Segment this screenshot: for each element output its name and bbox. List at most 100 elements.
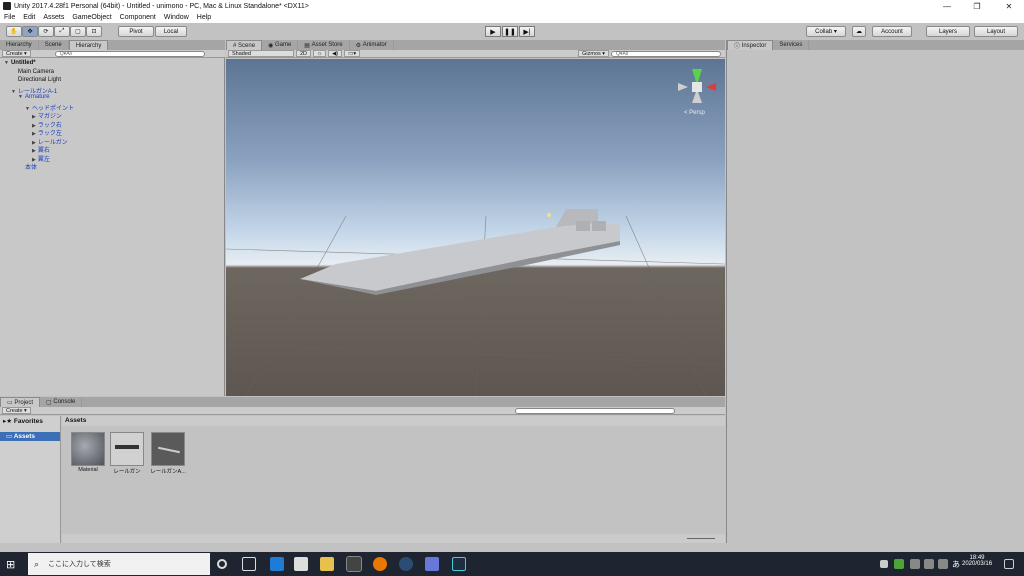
menu-bar: File Edit Assets GameObject Component Wi… <box>0 12 1024 23</box>
blender-icon[interactable] <box>373 557 387 571</box>
unity-taskbar-icon[interactable] <box>346 556 362 572</box>
asset-thumb-railgun-a[interactable] <box>151 432 185 466</box>
menu-gameobject[interactable]: GameObject <box>72 14 111 21</box>
effects-icon[interactable]: ▭▾ <box>344 50 361 57</box>
store-icon[interactable] <box>294 557 308 571</box>
cortana-icon[interactable] <box>217 559 227 569</box>
audio-icon[interactable]: ◀) <box>328 50 343 57</box>
menu-assets[interactable]: Assets <box>43 14 64 21</box>
hierarchy-item[interactable]: Main Camera <box>11 69 54 75</box>
scene-viewport[interactable]: < Persp <box>226 59 725 396</box>
tab-label: Scene <box>238 42 256 49</box>
tray-app-icon[interactable] <box>894 559 904 569</box>
tab-game[interactable]: ◉ Game <box>262 40 299 50</box>
assets-folder-item[interactable]: ▭ Assets <box>0 432 60 441</box>
volume-icon[interactable] <box>938 559 948 569</box>
pause-button[interactable]: ❚❚ <box>502 26 518 37</box>
expand-arrow-icon[interactable]: ▼ <box>11 89 16 95</box>
cloud-icon[interactable]: ☁ <box>852 26 866 37</box>
menu-component[interactable]: Component <box>120 14 156 21</box>
project-search-input[interactable] <box>514 407 675 414</box>
project-breadcrumb[interactable]: Assets <box>62 416 725 426</box>
tab-label: Inspector <box>741 42 767 49</box>
tab-label: Scene <box>44 42 62 48</box>
tab-services[interactable]: Services <box>773 40 810 50</box>
gizmos-dropdown[interactable]: Gizmos ▾ <box>578 50 610 57</box>
scene-search-input[interactable]: Q▾All <box>611 50 722 57</box>
hierarchy-toolbar: Create ▾ Q▾All <box>0 50 225 58</box>
step-button[interactable]: ▶| <box>519 26 535 37</box>
collab-button[interactable]: Collab ▾ <box>806 26 846 37</box>
pivot-toggle[interactable]: Pivot <box>118 26 154 37</box>
scale-tool-icon[interactable]: ⤢ <box>54 26 70 37</box>
account-dropdown[interactable]: Account <box>872 26 912 37</box>
rect-tool-icon[interactable]: ▢ <box>70 26 86 37</box>
edge-icon[interactable] <box>270 557 284 571</box>
hierarchy-item[interactable]: ▼ Armature <box>18 94 50 100</box>
battery-icon[interactable] <box>910 559 920 569</box>
windows-start-icon[interactable]: ⊞ <box>6 558 15 571</box>
clock[interactable]: 18:49 2020/03/16 <box>962 555 992 567</box>
tab-asset-store[interactable]: ▤ Asset Store <box>298 40 350 50</box>
tab-animator[interactable]: ⚙ Animator <box>350 40 394 50</box>
menu-file[interactable]: File <box>4 14 15 21</box>
layers-dropdown[interactable]: Layers <box>926 26 970 37</box>
steam-icon[interactable] <box>399 557 413 571</box>
taskbar-search-input[interactable]: ⌕ ここに入力して検索 <box>28 553 210 575</box>
menu-help[interactable]: Help <box>197 14 211 21</box>
project-create-button[interactable]: Create ▾ <box>2 407 31 414</box>
expand-arrow-icon[interactable]: ▼ <box>25 106 30 112</box>
tab-label: Animator <box>362 42 387 48</box>
persp-label[interactable]: < Persp <box>684 110 706 116</box>
hierarchy-create-button[interactable]: Create ▾ <box>2 50 31 57</box>
expand-arrow-icon[interactable]: ▼ <box>18 94 23 100</box>
task-view-icon[interactable] <box>242 557 256 571</box>
store-icon: ▤ <box>304 42 312 49</box>
tab-inspector[interactable]: ⓘ Inspector <box>727 40 774 50</box>
hierarchy-search-input[interactable]: Q▾All <box>54 50 205 57</box>
ime-indicator[interactable]: あ <box>952 559 960 570</box>
tab-scene[interactable]: # Scene <box>226 40 263 50</box>
asset-label: レールガン <box>113 469 141 475</box>
asset-thumb-railgun[interactable] <box>110 432 144 466</box>
tab-hierarchy-active[interactable]: Hierarchy <box>68 40 109 50</box>
app-icon[interactable] <box>452 557 466 571</box>
hand-tool-icon[interactable]: ✋ <box>6 26 22 37</box>
icon-size-slider[interactable] <box>687 538 715 539</box>
hierarchy-item[interactable]: 本体 <box>18 162 37 171</box>
play-button[interactable]: ▶ <box>485 26 501 37</box>
expand-arrow-icon[interactable]: ▼ <box>4 60 9 66</box>
wifi-icon[interactable] <box>924 559 934 569</box>
tab-hierarchy[interactable]: Hierarchy <box>0 40 39 50</box>
tab-console[interactable]: ▢ Console <box>40 397 83 407</box>
project-toolbar: Create ▾ <box>0 407 725 415</box>
asset-label: Material <box>78 467 98 473</box>
hierarchy-item[interactable]: Directional Light <box>11 77 61 83</box>
hierarchy-item[interactable]: ▼ Untitled* <box>4 60 36 66</box>
menu-edit[interactable]: Edit <box>23 14 35 21</box>
star-icon: ▸★ <box>3 418 14 425</box>
favorites-item[interactable]: ▸★ Favorites <box>3 417 43 425</box>
lighting-icon[interactable]: ☼ <box>313 50 327 57</box>
orientation-gizmo[interactable] <box>678 69 716 103</box>
explorer-icon[interactable] <box>320 557 334 571</box>
rotate-tool-icon[interactable]: ⟳ <box>38 26 54 37</box>
2d-toggle[interactable]: 2D <box>296 50 312 57</box>
maximize-button[interactable]: ❐ <box>962 0 992 12</box>
notification-icon[interactable] <box>1004 559 1014 569</box>
tray-chevron-icon[interactable] <box>880 560 888 568</box>
shading-mode-dropdown[interactable]: Shaded <box>228 50 294 57</box>
tab-project[interactable]: ▭ Project <box>0 397 41 407</box>
menu-window[interactable]: Window <box>164 14 189 21</box>
light-gizmo-icon[interactable] <box>547 213 551 217</box>
discord-icon[interactable] <box>425 557 439 571</box>
tab-scene-small[interactable]: Scene <box>39 40 69 50</box>
minimize-button[interactable]: — <box>932 0 962 12</box>
model-preview <box>158 446 180 454</box>
move-tool-icon[interactable]: ✥ <box>22 26 38 37</box>
layout-dropdown[interactable]: Layout <box>974 26 1018 37</box>
transform-tool-icon[interactable]: ⊡ <box>86 26 102 37</box>
close-button[interactable]: ✕ <box>994 0 1024 12</box>
asset-thumb-material[interactable] <box>71 432 105 466</box>
local-toggle[interactable]: Local <box>155 26 187 37</box>
